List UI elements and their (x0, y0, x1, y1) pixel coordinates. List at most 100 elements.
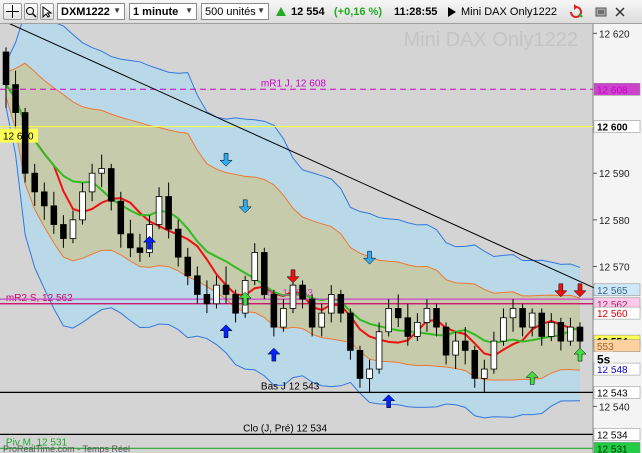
candle-body (471, 350, 479, 379)
units-select[interactable]: 500 unités ▼ (201, 3, 269, 20)
candle-body (548, 322, 555, 337)
candle-body (414, 322, 421, 337)
crosshair-button[interactable] (3, 3, 22, 20)
candle-body (308, 298, 316, 328)
draw-tool-button[interactable] (40, 3, 54, 20)
candle-body (299, 284, 306, 300)
candle-body (366, 368, 373, 379)
axis-price-tag-label: 12 600 (597, 123, 628, 134)
candle-body (385, 308, 392, 333)
footer-credit: ProRealTime.com - Temps Réel (3, 444, 130, 453)
candle-body (509, 308, 517, 319)
last-price: 12 554 (291, 5, 325, 18)
axis-tick-label: 12 570 (599, 262, 630, 273)
chevron-down-icon: ▼ (185, 6, 193, 15)
candle-body (98, 168, 105, 174)
axis-price-tag-label: 12 565 (597, 286, 628, 297)
candle-body (165, 196, 172, 230)
candle-body (289, 284, 297, 309)
instrument-select[interactable]: DXM1222 ▼ (57, 3, 125, 20)
candle-body (538, 312, 546, 337)
candle-body (21, 112, 29, 174)
arrow-cursor-icon (42, 5, 53, 18)
candle-body (107, 168, 115, 202)
candle-body (490, 340, 498, 370)
candle-body (404, 317, 412, 337)
candle-body (567, 326, 574, 342)
candle-body (433, 308, 440, 328)
candle-body (127, 233, 134, 249)
left-price-label: 12 600 (3, 132, 34, 143)
magnifier-button[interactable] (24, 3, 38, 20)
candle-body (2, 51, 10, 86)
crosshair-icon (6, 5, 19, 18)
timeframe-value: 1 minute (133, 5, 179, 18)
candle-body (557, 322, 565, 342)
level-label: Clo (J, Pré) 12 534 (243, 423, 327, 434)
candle-body (261, 252, 268, 295)
candle-body (519, 308, 526, 328)
axis-price-tag-label: 12 560 (597, 309, 628, 320)
candle-body (280, 308, 287, 328)
axis-price-tag-label: 12 531 (597, 444, 628, 453)
trend-up-icon (275, 3, 287, 20)
candle-body (69, 219, 77, 239)
refresh-icon[interactable] (568, 3, 584, 20)
play-icon (447, 3, 457, 20)
candle-body (318, 312, 325, 328)
level-label: mR1 J, 12 608 (261, 78, 326, 89)
level-label: Bas J 12 543 (261, 381, 320, 392)
candle-body (213, 284, 220, 305)
candle-body (327, 294, 335, 314)
candle-body (88, 172, 96, 193)
candle-body (347, 312, 354, 351)
candle-body (481, 368, 488, 379)
candle-body (394, 308, 402, 319)
instrument-name: Mini DAX Only1222 (461, 5, 557, 18)
candle-body (222, 284, 230, 295)
close-icon[interactable] (614, 3, 626, 20)
candle-body (12, 84, 19, 113)
candle-body (442, 326, 450, 356)
units-value: 500 unités (205, 5, 256, 18)
axis-tick-label: 12 590 (599, 169, 630, 180)
candle-body (50, 205, 58, 225)
candle-body (79, 191, 86, 221)
chevron-down-icon: ▼ (113, 6, 121, 15)
price-chart[interactable]: Mini DAX Only1222 mR1 J, 12 608 mR2 S, 12 … (0, 24, 642, 453)
chart-watermark: Mini DAX Only1222 (403, 29, 578, 51)
level-label: mR2 S, 12 562 (6, 293, 73, 304)
price-change: (+0,16 %) (334, 5, 382, 18)
axis-price-tag-label: 12 534 (597, 430, 628, 441)
axis-tick-label: 12 540 (599, 402, 630, 413)
candle-body (423, 308, 431, 323)
magnifier-icon (26, 6, 37, 18)
countdown-timer: 5s (597, 353, 611, 367)
candle-body (528, 312, 536, 328)
candle-body (60, 224, 67, 239)
candle-body (174, 228, 182, 258)
candle-body (270, 294, 278, 328)
candle-body (375, 331, 383, 370)
axis-price-tag-label: 12 608 (597, 85, 628, 96)
axis-price-tag-label: 12 543 (597, 388, 628, 399)
candle-body (576, 326, 584, 342)
candle-body (31, 172, 38, 193)
candle-body (184, 256, 192, 277)
candle-body (194, 275, 201, 295)
axis-price-tag-label: 553 (597, 342, 614, 353)
axis-tick-label: 12 620 (599, 29, 630, 40)
candle-body (203, 294, 211, 305)
candle-body (40, 191, 48, 207)
instrument-value: DXM1222 (61, 5, 110, 18)
chevron-down-icon: ▼ (257, 6, 265, 15)
candle-body (251, 252, 259, 281)
candle-body (500, 317, 507, 342)
clock-time: 11:28:55 (394, 5, 438, 18)
timeframe-select[interactable]: 1 minute ▼ (129, 3, 197, 20)
candle-body (461, 340, 469, 351)
candle-body (136, 247, 144, 253)
candle-body (155, 196, 163, 225)
settings-icon[interactable] (594, 3, 608, 20)
candle-body (356, 350, 364, 379)
